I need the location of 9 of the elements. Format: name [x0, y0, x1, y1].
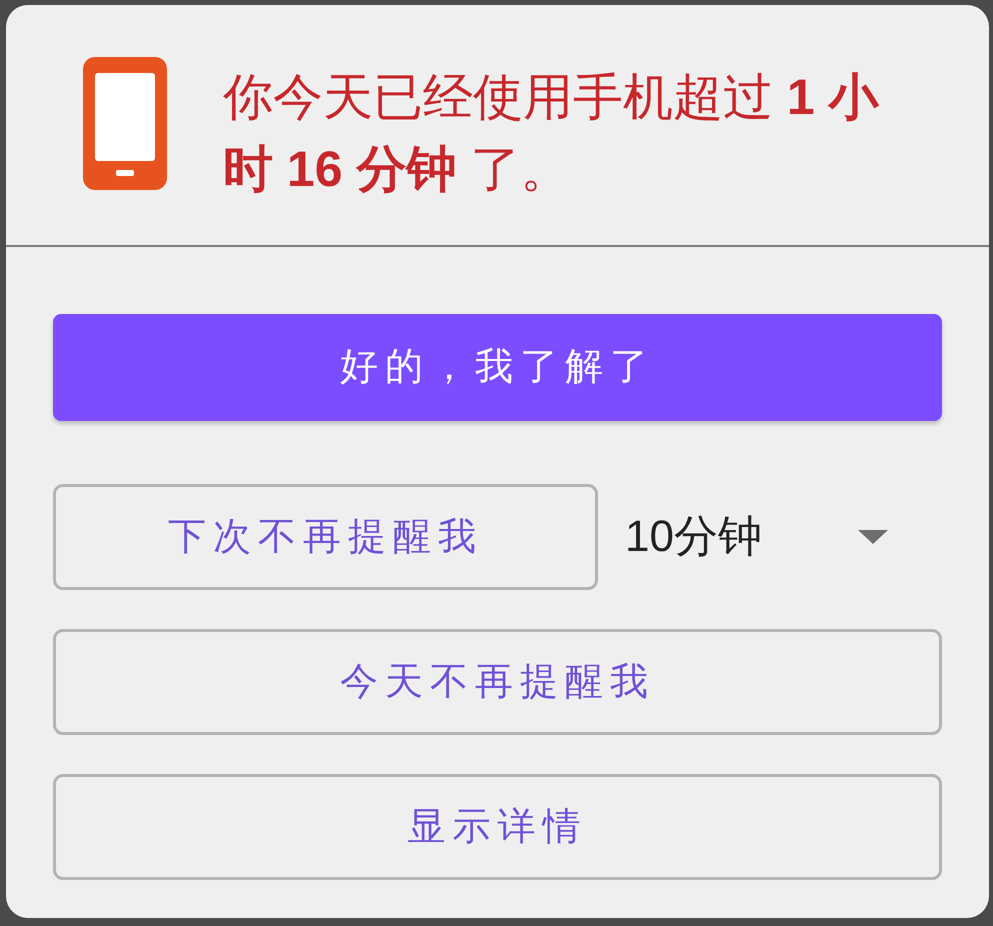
- caret-icon: [858, 530, 888, 544]
- reminder-option-button[interactable]: 今天不再提醒我: [53, 629, 942, 735]
- interval-value: 10分钟: [625, 511, 762, 563]
- interval-select[interactable]: 10分钟: [598, 497, 942, 577]
- usage-message: 你今天已经使用手机超过 1 小时 16 分钟 了。: [223, 68, 880, 199]
- reminder-option-button[interactable]: 下次不再提醒我: [53, 484, 598, 590]
- acknowledge-button[interactable]: 好的，我了解了: [53, 314, 942, 421]
- reminder-option-button[interactable]: 显示详情: [53, 774, 942, 880]
- phone-icon: [83, 57, 167, 190]
